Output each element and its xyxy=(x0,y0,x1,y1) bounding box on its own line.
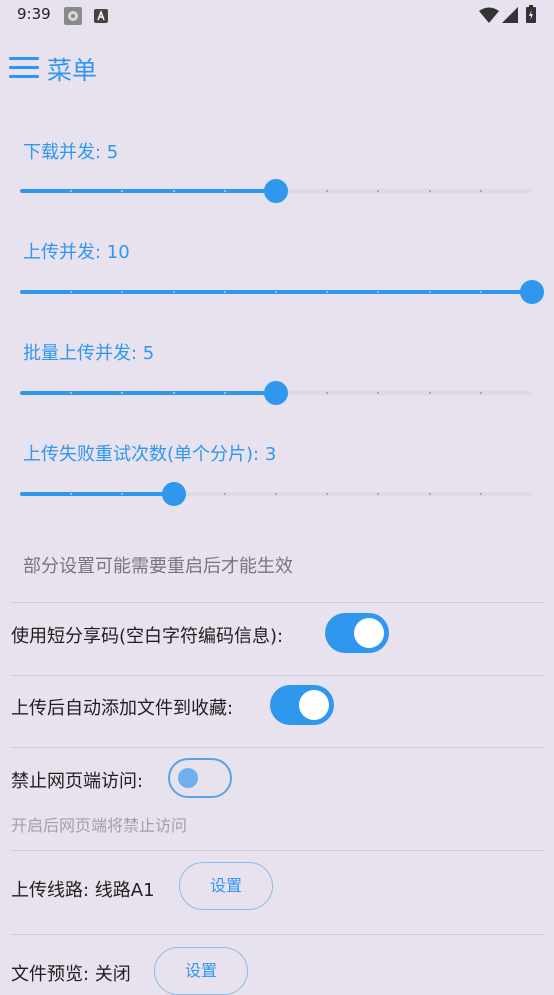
slider-tick xyxy=(428,493,431,495)
batch-upload-concurrency-label: 批量上传并发: 5 xyxy=(23,343,155,364)
status-time: 9:39 xyxy=(17,5,51,23)
upload-route-settings-button[interactable]: 设置 xyxy=(179,862,273,910)
app-bar: 菜单 xyxy=(0,40,554,100)
switch-knob xyxy=(178,768,198,788)
upload-retry-count-label: 上传失败重试次数(单个分片): 3 xyxy=(23,444,277,465)
short-share-code-label: 使用短分享码(空白字符编码信息): xyxy=(11,626,284,647)
settings-notification-icon xyxy=(63,6,83,30)
disable-web-access-hint: 开启后网页端将禁止访问 xyxy=(11,816,188,835)
divider xyxy=(10,934,544,935)
slider-tick xyxy=(172,291,175,293)
status-bar: 9:39 xyxy=(0,0,554,32)
slider-tick xyxy=(479,190,482,192)
slider-tick xyxy=(223,392,226,394)
slider-tick xyxy=(223,190,226,192)
slider-tick xyxy=(275,291,277,293)
upload-route-label: 上传线路: 线路A1 xyxy=(11,880,155,901)
slider-tick xyxy=(223,493,226,495)
auto-favorite-switch[interactable] xyxy=(270,685,334,725)
slider-tick xyxy=(223,291,226,293)
batch-upload-concurrency-slider[interactable] xyxy=(20,378,532,408)
slider-tick xyxy=(428,291,431,293)
download-concurrency-slider[interactable] xyxy=(20,176,532,206)
slider-tick xyxy=(479,493,482,495)
divider xyxy=(10,747,544,748)
disable-web-access-label: 禁止网页端访问: xyxy=(11,771,144,792)
slider-tick xyxy=(172,190,175,192)
signal-icon xyxy=(502,7,518,27)
wifi-icon xyxy=(479,7,499,27)
disable-web-access-switch[interactable] xyxy=(168,758,232,798)
slider-tick xyxy=(428,190,431,192)
slider-tick xyxy=(479,291,482,293)
upload-concurrency-slider[interactable] xyxy=(20,277,544,307)
slider-thumb[interactable] xyxy=(264,179,288,203)
slider-thumb[interactable] xyxy=(264,381,288,405)
slider-track-fill xyxy=(20,391,276,395)
page-title: 菜单 xyxy=(47,56,98,85)
divider xyxy=(10,675,544,676)
hamburger-menu-icon[interactable] xyxy=(9,57,39,81)
download-concurrency-label: 下载并发: 5 xyxy=(23,142,119,163)
short-share-code-switch[interactable] xyxy=(325,613,389,653)
slider-thumb[interactable] xyxy=(161,482,186,506)
keyboard-notification-icon xyxy=(94,8,108,27)
slider-tick xyxy=(428,392,431,394)
restart-hint: 部分设置可能需要重启后才能生效 xyxy=(23,556,293,577)
slider-tick xyxy=(275,493,277,495)
battery-icon xyxy=(526,5,536,27)
slider-track-fill xyxy=(20,189,276,193)
file-preview-settings-button[interactable]: 设置 xyxy=(154,947,248,995)
upload-concurrency-label: 上传并发: 10 xyxy=(23,242,130,263)
switch-knob xyxy=(299,690,329,720)
auto-favorite-label: 上传后自动添加文件到收藏: xyxy=(11,698,234,719)
switch-knob xyxy=(354,618,384,648)
slider-tick xyxy=(172,392,175,394)
divider xyxy=(10,602,544,603)
file-preview-label: 文件预览: 关闭 xyxy=(11,964,131,985)
upload-retry-count-slider[interactable] xyxy=(20,479,532,509)
slider-track-fill xyxy=(20,492,174,496)
divider xyxy=(10,850,544,851)
slider-tick xyxy=(479,392,482,394)
slider-thumb[interactable] xyxy=(520,280,544,304)
